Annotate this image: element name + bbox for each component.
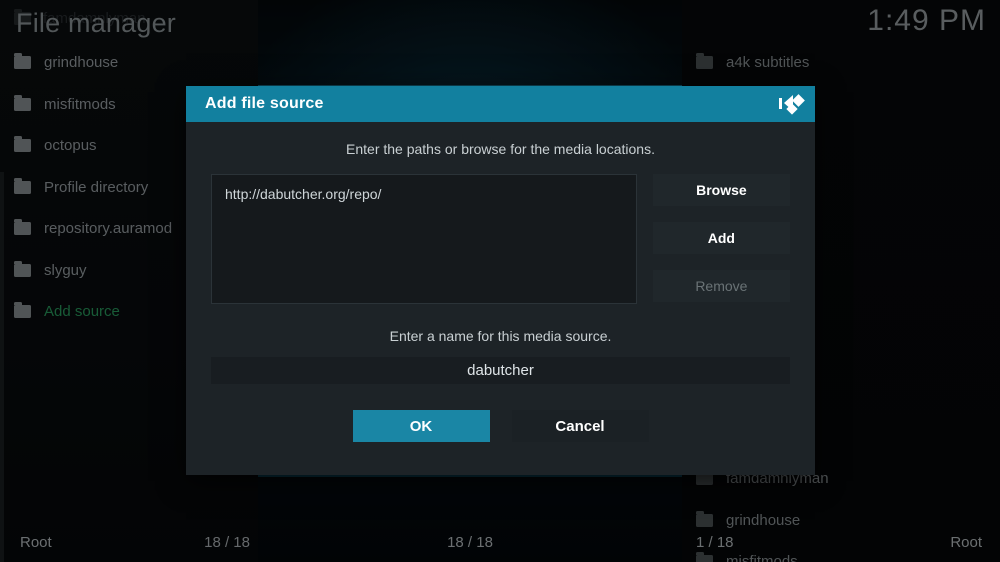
dialog-footer: OK Cancel (186, 384, 815, 442)
dialog-header: Add file source (186, 86, 815, 122)
ok-button[interactable]: OK (352, 410, 490, 442)
remove-button: Remove (652, 270, 790, 302)
add-file-source-dialog: Add file source Enter the paths or brows… (186, 86, 815, 475)
dialog-title: Add file source (205, 95, 324, 112)
path-row: http://dabutcher.org/repo/ Browse Add Re… (186, 157, 815, 304)
kodi-file-manager-screen: famdamnlyman File manager 1:49 PM grindh… (0, 0, 1000, 562)
source-name-input[interactable]: dabutcher (211, 357, 790, 384)
add-button[interactable]: Add (652, 222, 790, 254)
name-hint-label: Enter a name for this media source. (389, 328, 612, 344)
cancel-button[interactable]: Cancel (511, 410, 649, 442)
dialog-body: Enter the paths or browse for the media … (186, 122, 815, 442)
path-button-column: Browse Add Remove (652, 174, 790, 304)
path-hint-label: Enter the paths or browse for the media … (346, 141, 655, 157)
browse-button[interactable]: Browse (652, 174, 790, 206)
kodi-logo-icon (777, 91, 805, 117)
path-input[interactable]: http://dabutcher.org/repo/ (211, 174, 637, 304)
